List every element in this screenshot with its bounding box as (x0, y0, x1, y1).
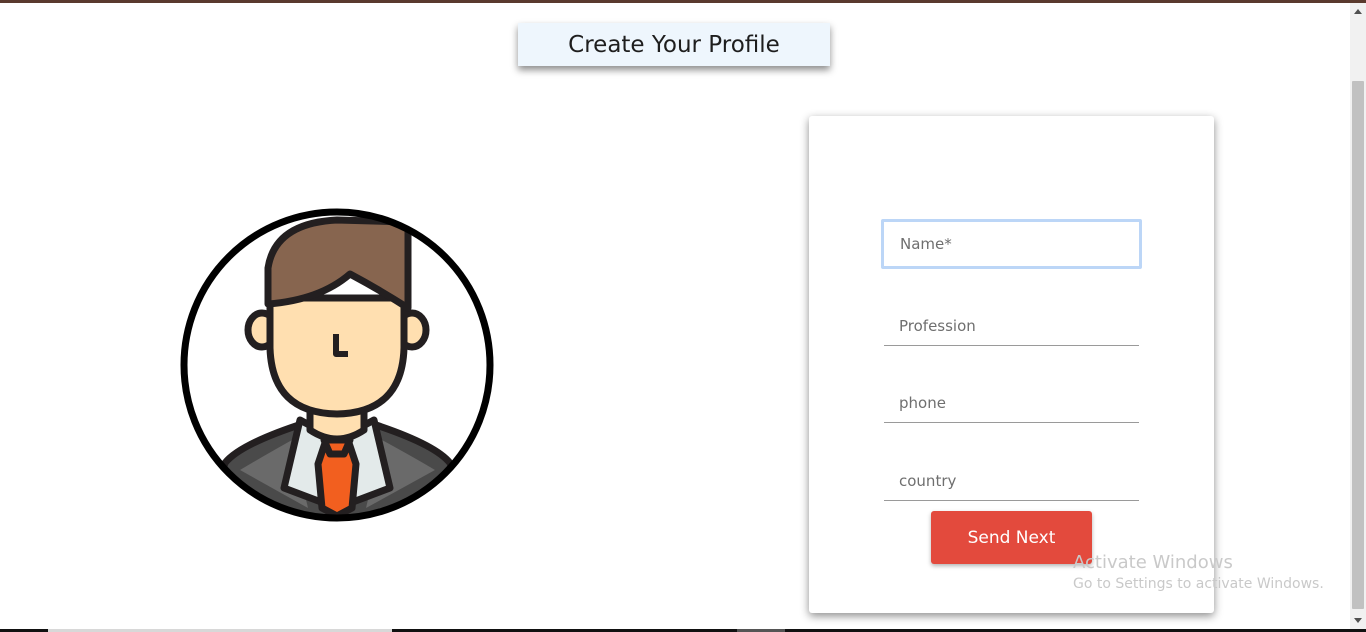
name-input[interactable] (881, 219, 1142, 269)
profession-input[interactable] (884, 306, 1139, 346)
businessman-avatar-icon (180, 208, 494, 522)
phone-input[interactable] (884, 383, 1139, 423)
profile-avatar[interactable] (180, 208, 494, 522)
scrollbar-thumb[interactable] (1352, 81, 1364, 609)
scroll-down-arrow-icon[interactable] (1354, 618, 1362, 623)
scroll-up-arrow-icon[interactable] (1354, 9, 1362, 14)
page-title: Create Your Profile (518, 23, 830, 66)
profile-form-card: Send Next (809, 116, 1214, 613)
vertical-scrollbar[interactable] (1350, 3, 1366, 629)
top-border (0, 0, 1366, 3)
windows-activation-watermark: Activate Windows Go to Settings to activ… (1073, 552, 1324, 592)
send-next-button[interactable]: Send Next (931, 511, 1092, 564)
watermark-title: Activate Windows (1073, 552, 1233, 573)
watermark-subtitle: Go to Settings to activate Windows. (1073, 576, 1324, 592)
country-input[interactable] (884, 461, 1139, 501)
